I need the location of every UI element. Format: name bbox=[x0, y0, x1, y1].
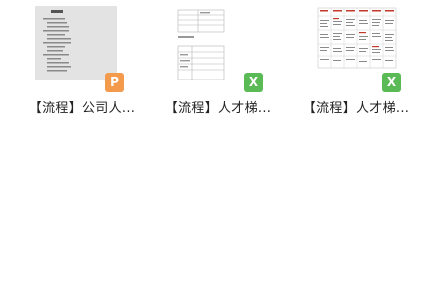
file-name: 【流程】人才梯... bbox=[302, 101, 410, 116]
file-thumbnail bbox=[35, 6, 117, 80]
excel-icon: X bbox=[244, 73, 263, 92]
document-preview bbox=[35, 6, 117, 80]
spreadsheet-preview bbox=[176, 6, 258, 80]
file-thumbnail bbox=[316, 6, 398, 80]
spreadsheet-preview bbox=[316, 6, 398, 80]
file-thumbnail bbox=[176, 6, 258, 80]
file-name: 【流程】人才梯... bbox=[164, 101, 272, 116]
excel-icon: X bbox=[382, 73, 401, 92]
file-grid: P 【流程】公司人... X 【流程】人才梯... X 【流程】人才梯... bbox=[0, 0, 428, 304]
file-name: 【流程】公司人... bbox=[28, 101, 136, 116]
powerpoint-icon: P bbox=[105, 73, 124, 92]
file-item[interactable]: X 【流程】人才梯... bbox=[288, 0, 428, 125]
file-item[interactable]: X 【流程】人才梯... bbox=[148, 0, 288, 125]
file-item[interactable]: P 【流程】公司人... bbox=[7, 0, 147, 125]
